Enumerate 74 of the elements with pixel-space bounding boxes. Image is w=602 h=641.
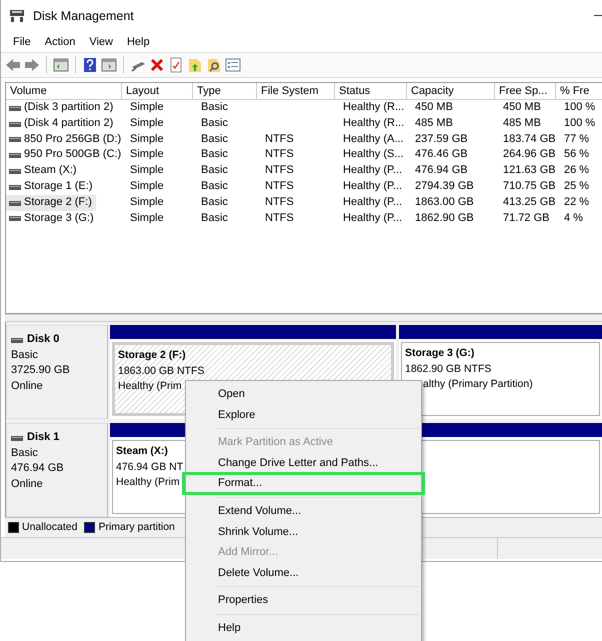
table-cell-text: 22 % <box>563 196 590 208</box>
table-cell-text: Basic <box>200 148 228 160</box>
table-cell-text: Healthy (R... <box>342 101 404 113</box>
table-cell-text: NTFS <box>264 212 294 224</box>
table-cell-text: Basic <box>200 180 228 192</box>
table-cell-text: Healthy (S... <box>342 148 404 160</box>
table-cell-text: Simple <box>129 101 164 113</box>
disk-detail: Online <box>11 478 43 490</box>
table-cell-text: 1862.90 GB <box>414 212 474 224</box>
table-cell-text: 121.63 GB <box>502 164 556 176</box>
partition-detail: althy (Primary Partition) <box>423 378 533 390</box>
table-cell-text: 2794.39 GB <box>414 180 474 192</box>
table-cell-text: 4 % <box>563 212 583 224</box>
partition-detail: 1862.90 GB NTFS <box>405 362 492 374</box>
table-cell-text: NTFS <box>264 196 294 208</box>
table-cell-text: NTFS <box>264 148 294 160</box>
partition-detail: Healthy (Prim <box>116 476 180 488</box>
table-cell-text: Healthy (R... <box>342 116 404 129</box>
partition-title: Storage 3 (G:) <box>405 347 474 359</box>
table-cell-text: Healthy (P... <box>342 180 402 192</box>
partition-title: Storage 2 (F:) <box>118 349 186 361</box>
partition-detail: Healthy (Prim <box>118 380 182 392</box>
table-cell-text: 476.46 GB <box>414 148 468 160</box>
table-cell-text: 183.74 GB <box>502 132 556 145</box>
partition-detail: 476.94 GB NT <box>116 460 184 472</box>
table-cell-text: Basic <box>200 196 228 208</box>
table-cell-text: 25 % <box>563 180 590 192</box>
table-cell-text: Simple <box>129 212 164 224</box>
table-cell-text: 77 % <box>563 132 590 145</box>
legend-label: Unallocated <box>22 520 78 535</box>
disk-detail: Basic <box>11 348 38 360</box>
table-cell-text: 450 MB <box>414 101 453 113</box>
table-cell-text: Healthy (A... <box>342 132 404 145</box>
table-cell-text: Basic <box>200 212 228 224</box>
partition-detail: 1863.00 GB NTFS <box>118 364 204 376</box>
table-cell-text: 100 % <box>563 101 596 113</box>
table-cell-text: Healthy (P... <box>342 196 402 208</box>
table-cell-text: 485 MB <box>502 116 541 129</box>
table-cell-text: Simple <box>129 196 164 208</box>
table-cell-text: 237.59 GB <box>414 132 468 145</box>
table-cell-text: Basic <box>200 101 228 113</box>
table-cell-text: 100 % <box>563 116 596 129</box>
table-cell-text: 413.25 GB <box>502 196 556 208</box>
table-cell-text: NTFS <box>264 164 294 176</box>
table-cell-text: 476.94 GB <box>414 164 468 176</box>
table-cell-text: 450 MB <box>502 101 541 113</box>
table-cell-text: 71.72 GB <box>502 212 550 224</box>
table-cell-text: 56 % <box>563 148 590 160</box>
table-cell-text: Healthy (P... <box>342 164 402 176</box>
table-cell-text: Basic <box>200 132 228 145</box>
table-cell-text: Basic <box>200 164 228 176</box>
table-cell-text: Simple <box>129 148 164 160</box>
legend-label: Primary partition <box>98 520 175 535</box>
disk-detail: Basic <box>11 446 38 458</box>
window-title: Disk Management <box>33 8 134 25</box>
table-cell-text: Healthy (P... <box>342 212 402 224</box>
table-cell-text: Simple <box>129 180 164 192</box>
table-cell-text: Simple <box>129 116 164 129</box>
table-cell-text: 26 % <box>563 164 590 176</box>
disk-name: Disk 0 <box>27 332 60 347</box>
disk-detail: 476.94 GB <box>11 462 64 474</box>
table-cell-text: 264.96 GB <box>502 148 556 160</box>
disk-detail: Online <box>11 380 43 392</box>
table-cell-text: 485 MB <box>414 116 453 129</box>
table-cell-text: Basic <box>200 116 228 129</box>
disk-detail: 3725.90 GB <box>11 364 70 376</box>
table-cell-text: 710.75 GB <box>502 180 556 192</box>
table-cell-text: NTFS <box>264 180 294 192</box>
disk-name: Disk 1 <box>27 430 60 445</box>
partition-title: Steam (X:) <box>116 445 168 457</box>
table-cell-text: Simple <box>129 164 164 176</box>
table-cell-text: NTFS <box>264 132 294 145</box>
table-cell-text: 1863.00 GB <box>414 196 474 208</box>
table-cell-text: Simple <box>129 132 164 145</box>
